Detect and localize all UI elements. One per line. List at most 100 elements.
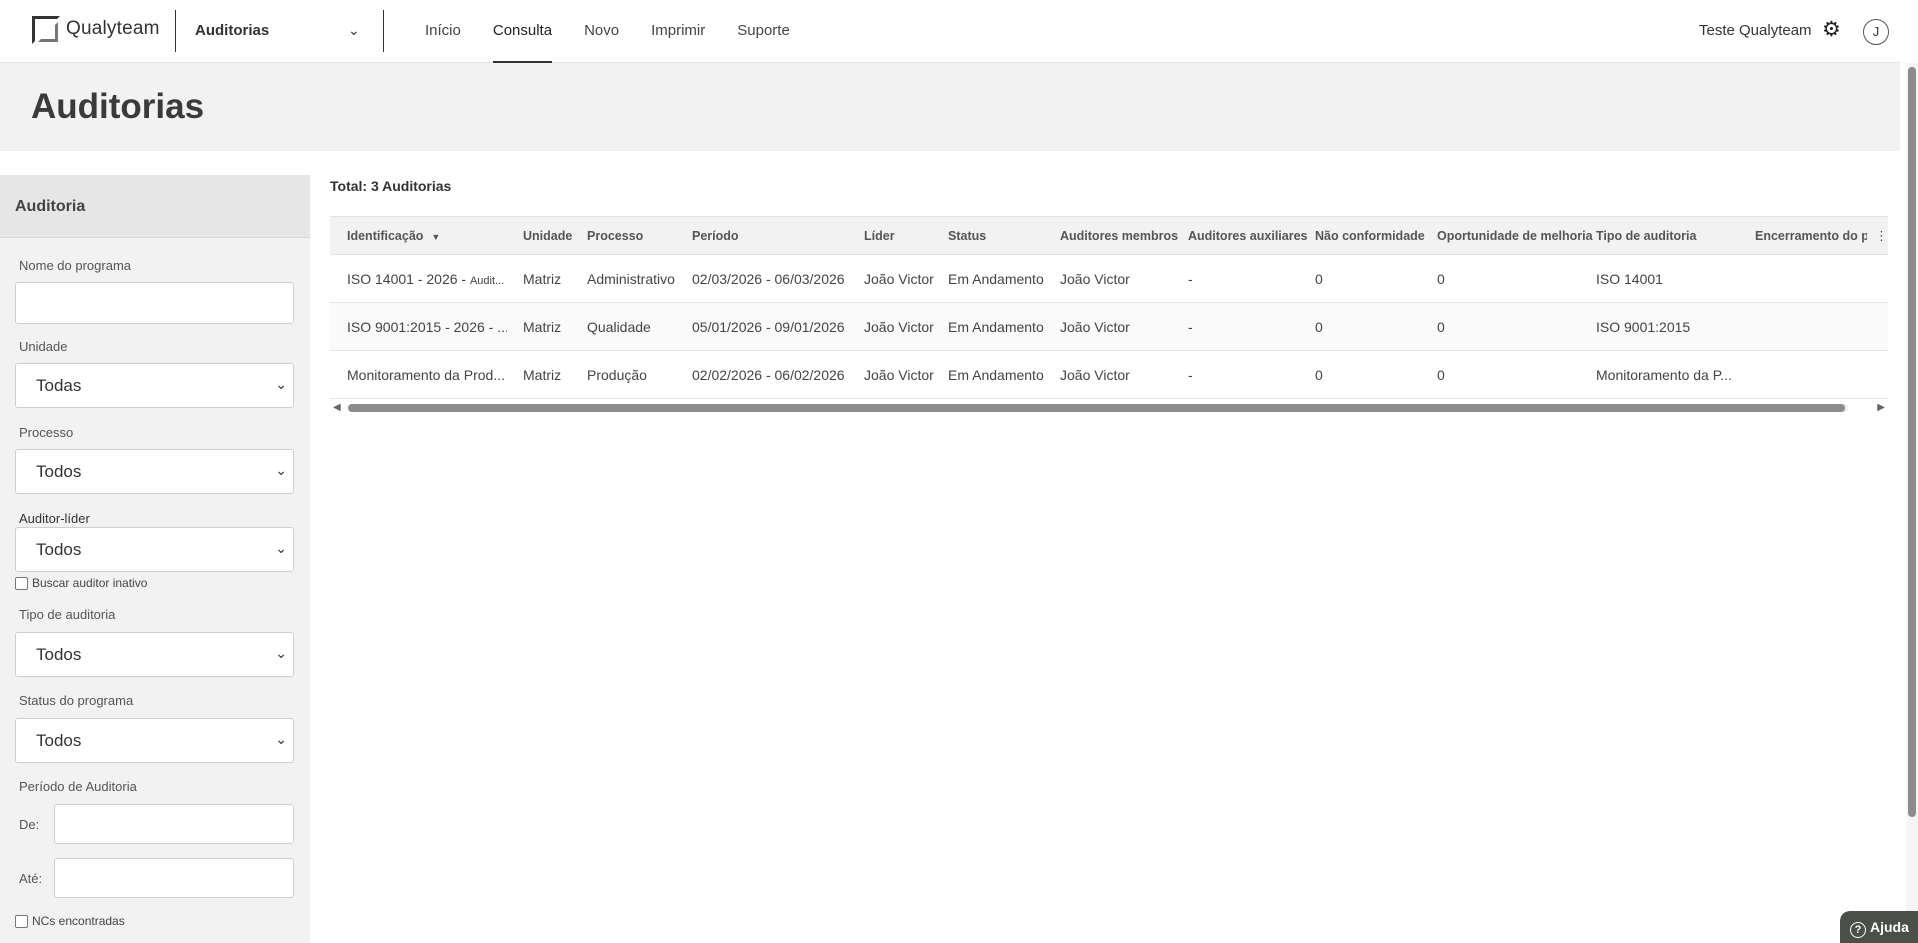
program-status-select[interactable]: Todos ⌄ bbox=[15, 718, 294, 763]
cell-tipo: ISO 14001 bbox=[1596, 271, 1663, 287]
program-name-label: Nome do programa bbox=[19, 258, 131, 273]
lead-auditor-select[interactable]: Todos ⌄ bbox=[15, 527, 294, 572]
inactive-auditor-label: Buscar auditor inativo bbox=[32, 576, 148, 590]
cell-unidade: Matriz bbox=[523, 319, 562, 335]
help-label: Ajuda bbox=[1870, 919, 1909, 935]
cell-auxiliares: - bbox=[1188, 367, 1193, 383]
cell-unidade: Matriz bbox=[523, 271, 562, 287]
unit-select[interactable]: Todas ⌄ bbox=[15, 363, 294, 408]
inactive-auditor-checkbox[interactable]: Buscar auditor inativo bbox=[15, 576, 147, 590]
ncs-found-checkbox[interactable]: NCs encontradas bbox=[15, 914, 125, 928]
cell-status: Em Andamento bbox=[948, 367, 1044, 383]
logo-text: Qualyteam bbox=[66, 18, 160, 39]
cell-processo: Administrativo bbox=[587, 271, 675, 287]
logo-mark-icon bbox=[32, 16, 60, 44]
gear-icon[interactable]: ⚙ bbox=[1822, 19, 1841, 41]
chevron-down-icon[interactable]: ⌄ bbox=[348, 22, 360, 39]
lead-auditor-select-value: Todos bbox=[36, 540, 82, 559]
question-icon: ? bbox=[1850, 922, 1866, 938]
qualyteam-logo[interactable]: Qualyteam bbox=[32, 16, 160, 44]
cell-lider: João Victor bbox=[864, 271, 934, 287]
scroll-thumb[interactable] bbox=[1908, 67, 1916, 817]
table-header: Identificação ▼ Unidade Processo Período … bbox=[330, 216, 1888, 255]
cell-periodo: 02/03/2026 - 06/03/2026 bbox=[692, 271, 845, 287]
cell-oportunidade: 0 bbox=[1437, 271, 1445, 287]
period-from-input[interactable] bbox=[54, 804, 294, 844]
cell-auxiliares: - bbox=[1188, 319, 1193, 335]
checkbox-box[interactable] bbox=[15, 576, 28, 590]
col-nao-conformidade[interactable]: Não conformidade bbox=[1315, 229, 1425, 243]
process-label: Processo bbox=[19, 425, 74, 440]
cell-tipo: ISO 9001:2015 bbox=[1596, 319, 1691, 335]
total-count: Total: 3 Auditorias bbox=[330, 178, 452, 194]
cell-oportunidade: 0 bbox=[1437, 367, 1445, 383]
col-encerramento[interactable]: Encerramento do pr bbox=[1755, 229, 1867, 243]
lead-auditor-label: Auditor-líder bbox=[19, 511, 90, 526]
unit-select-value: Todas bbox=[36, 376, 82, 395]
avatar[interactable]: J bbox=[1863, 19, 1889, 45]
cell-identificacao: ISO 9001:2015 - 2026 - ... bbox=[347, 319, 507, 335]
ncs-found-label: NCs encontradas bbox=[32, 914, 125, 928]
chevron-down-icon: ⌄ bbox=[275, 462, 287, 478]
nav-consulta[interactable]: Consulta bbox=[492, 0, 568, 63]
col-processo[interactable]: Processo bbox=[587, 229, 643, 243]
col-oportunidade-melhoria[interactable]: Oportunidade de melhoria bbox=[1437, 229, 1593, 243]
col-periodo[interactable]: Período bbox=[692, 229, 739, 243]
unit-label: Unidade bbox=[19, 339, 68, 354]
process-select[interactable]: Todos ⌄ bbox=[15, 449, 294, 494]
column-menu-icon[interactable]: ⋮ bbox=[1875, 228, 1888, 244]
cell-auxiliares: - bbox=[1188, 271, 1193, 287]
cell-identificacao: ISO 14001 - 2026 - Audit... bbox=[347, 271, 505, 287]
table-row[interactable]: ISO 14001 - 2026 - Audit... Matriz Admin… bbox=[330, 255, 1888, 303]
chevron-down-icon: ⌄ bbox=[275, 731, 287, 747]
cell-nao-conformidade: 0 bbox=[1315, 271, 1323, 287]
nav-inicio[interactable]: Início bbox=[425, 0, 477, 63]
program-name-input[interactable] bbox=[15, 282, 294, 324]
cell-processo: Produção bbox=[587, 367, 647, 383]
process-select-value: Todos bbox=[36, 462, 82, 481]
period-to-input[interactable] bbox=[54, 858, 294, 898]
cell-status: Em Andamento bbox=[948, 319, 1044, 335]
cell-lider: João Victor bbox=[864, 319, 934, 335]
filter-sidebar: Auditoria Nome do programa Unidade Todas… bbox=[0, 175, 310, 943]
sidebar-heading: Auditoria bbox=[0, 175, 310, 238]
audit-type-select[interactable]: Todos ⌄ bbox=[15, 632, 294, 677]
nav-imprimir[interactable]: Imprimir bbox=[651, 0, 721, 63]
table-row[interactable]: Monitoramento da Prod... Matriz Produção… bbox=[330, 351, 1888, 399]
cell-identificacao: Monitoramento da Prod... bbox=[347, 367, 505, 383]
nav-novo[interactable]: Novo bbox=[584, 0, 635, 63]
chevron-down-icon: ⌄ bbox=[275, 645, 287, 661]
checkbox-box[interactable] bbox=[15, 914, 28, 928]
scroll-right-icon[interactable]: ▶ bbox=[1877, 402, 1885, 413]
col-tipo-auditoria[interactable]: Tipo de auditoria bbox=[1596, 229, 1696, 243]
cell-membros: João Victor bbox=[1060, 367, 1130, 383]
top-navigation-bar: Qualyteam Auditorias ⌄ Início Consulta N… bbox=[0, 0, 1900, 63]
cell-processo: Qualidade bbox=[587, 319, 651, 335]
col-lider[interactable]: Líder bbox=[864, 229, 895, 243]
cell-periodo: 05/01/2026 - 09/01/2026 bbox=[692, 319, 845, 335]
col-identificacao[interactable]: Identificação ▼ bbox=[347, 229, 440, 243]
help-button[interactable]: ? Ajuda bbox=[1840, 911, 1918, 943]
cell-status: Em Andamento bbox=[948, 271, 1044, 287]
horizontal-scrollbar[interactable]: ◀ ▶ bbox=[330, 402, 1888, 414]
module-selector-label[interactable]: Auditorias bbox=[195, 22, 269, 39]
nav-suporte[interactable]: Suporte bbox=[737, 0, 806, 63]
cell-tipo: Monitoramento da P... bbox=[1596, 367, 1732, 383]
scroll-left-icon[interactable]: ◀ bbox=[333, 402, 341, 413]
to-label: Até: bbox=[19, 871, 43, 886]
cell-nao-conformidade: 0 bbox=[1315, 367, 1323, 383]
col-auditores-auxiliares[interactable]: Auditores auxiliares bbox=[1188, 229, 1308, 243]
col-auditores-membros[interactable]: Auditores membros bbox=[1060, 229, 1178, 243]
col-unidade[interactable]: Unidade bbox=[523, 229, 572, 243]
program-status-select-value: Todos bbox=[36, 731, 82, 750]
cell-lider: João Victor bbox=[864, 367, 934, 383]
col-status[interactable]: Status bbox=[948, 229, 986, 243]
table-row[interactable]: ISO 9001:2015 - 2026 - ... Matriz Qualid… bbox=[330, 303, 1888, 351]
audit-type-label: Tipo de auditoria bbox=[19, 607, 116, 622]
page-title: Auditorias bbox=[31, 87, 205, 126]
user-name[interactable]: Teste Qualyteam bbox=[1699, 22, 1812, 39]
vertical-scrollbar[interactable] bbox=[1906, 63, 1918, 943]
scroll-thumb[interactable] bbox=[348, 404, 1845, 412]
sort-desc-icon[interactable]: ▼ bbox=[431, 232, 440, 242]
program-status-label: Status do programa bbox=[19, 693, 134, 708]
